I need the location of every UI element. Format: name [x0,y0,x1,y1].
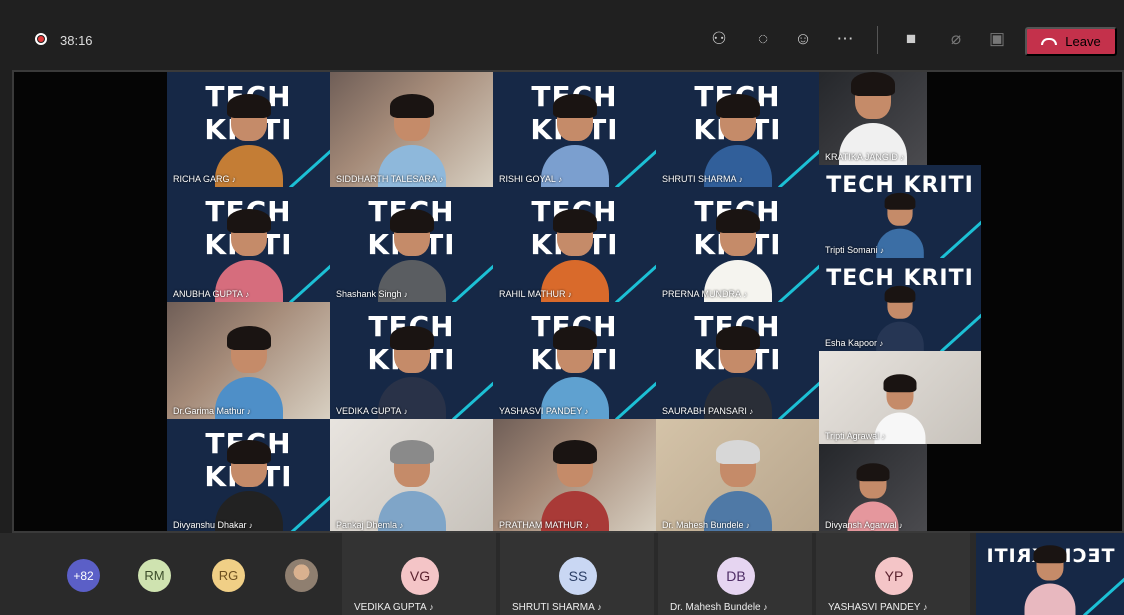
meeting-controls-bar: 38:16 ⚇ ◌ ☺ ⋯ ■ ⌀ ▣ Leave [0,0,1124,70]
participant-name: SAURABH PANSARI [662,406,753,416]
participant-name: Pankaj Dhemla [336,520,403,530]
participant-name: Dr. Mahesh Bundele [662,520,750,530]
participant-name: Dr.Garima Mathur [173,406,251,416]
chat-icon[interactable]: ◌ [750,26,776,52]
phone-hangup-icon [1041,38,1058,45]
participant-video [377,437,446,531]
self-video [1024,543,1076,615]
participant-tile[interactable]: Divyansh Agarwal [819,444,927,531]
reactions-icon[interactable]: ☺ [790,26,816,52]
participant-initials: SS [559,557,597,595]
participant-video [540,206,609,302]
participant-name: SHRUTI SHARMA [512,602,602,613]
participant-video [703,437,772,531]
participant-name: RISHI GOYAL [499,174,562,184]
mic-off-icon[interactable]: ⌀ [943,26,969,52]
meeting-timer: 38:16 [60,33,93,48]
participant-initials: DB [717,557,755,595]
participant-photo-avatar[interactable] [285,559,318,592]
participant-tile[interactable]: Dr.Garima Mathur [167,302,330,419]
participant-name: Dr. Mahesh Bundele [670,602,768,613]
participant-card[interactable]: DB Dr. Mahesh Bundele [658,533,812,615]
participant-tile[interactable]: TECH KRITI Tripti Somani [819,165,981,258]
participant-tile[interactable]: PRATHAM MATHUR [493,419,656,531]
participant-tile[interactable]: TECH KRITI SHRUTI SHARMA [656,72,819,187]
participant-tile[interactable]: TECH KRITI PRERNA MUNDRA [656,187,819,302]
participant-video [540,323,609,419]
participant-card[interactable]: VG VEDIKA GUPTA [342,533,496,615]
participant-video [876,284,924,351]
participant-tile[interactable]: TECH KRITI VEDIKA GUPTA [330,302,493,419]
participant-name: ANUBHA GUPTA [173,289,249,299]
participant-name: RAHIL MATHUR [499,289,572,299]
participant-name: RICHA GARG [173,174,236,184]
participant-video [214,323,283,419]
participant-name: YASHASVI PANDEY [828,602,927,613]
more-options-icon[interactable]: ⋯ [832,26,858,52]
video-grid: TECH KRITI RICHA GARG SIDDHARTH TALESARA… [12,70,1124,533]
participant-avatar[interactable]: RG [212,559,245,592]
participant-video [377,206,446,302]
participant-name: PRATHAM MATHUR [499,520,589,530]
participant-card[interactable]: YP YASHASVI PANDEY [816,533,970,615]
participant-name: VEDIKA GUPTA [354,602,434,613]
participant-initials: VG [401,557,439,595]
participant-avatar[interactable]: RM [138,559,171,592]
leave-button[interactable]: Leave [1025,27,1117,56]
participant-video [214,91,283,187]
participant-tile[interactable]: TECH KRITI RICHA GARG [167,72,330,187]
participants-icon[interactable]: ⚇ [706,26,732,52]
participant-initials: YP [875,557,913,595]
more-participants-badge[interactable]: +82 [67,559,100,592]
participant-tile[interactable]: TECH KRITI Esha Kapoor [819,258,981,351]
participant-tile[interactable]: TECH KRITI SAURABH PANSARI [656,302,819,419]
recording-icon [35,33,47,45]
share-screen-icon[interactable]: ▣ [984,26,1010,52]
participant-card[interactable]: SS SHRUTI SHARMA [500,533,654,615]
self-preview[interactable]: TECH KRITI [976,533,1124,615]
participant-tile[interactable]: Pankaj Dhemla [330,419,493,531]
participant-name: Tripti Agrawal [825,431,885,441]
participant-video [703,91,772,187]
participant-name: Divyanshu Dhakar [173,520,253,530]
participant-tile[interactable]: Dr. Mahesh Bundele [656,419,819,531]
participant-tile[interactable]: SIDDHARTH TALESARA [330,72,493,187]
participant-name: KRATIKA JANGID [825,152,904,162]
participant-video [377,91,446,187]
participant-video [540,91,609,187]
brand-stripe [940,205,981,258]
participant-name: Tripti Somani [825,245,884,255]
participant-video [703,206,772,302]
participant-name: Esha Kapoor [825,338,883,348]
participant-tile[interactable]: KRATIKA JANGID [819,72,927,165]
participant-name: Divyansh Agarwal [825,520,903,530]
participant-tile[interactable]: TECH KRITI Shashank Singh [330,187,493,302]
participant-video [214,437,283,531]
participant-tile[interactable]: TECH KRITI RAHIL MATHUR [493,187,656,302]
participant-tile[interactable]: TECH KRITI YASHASVI PANDEY [493,302,656,419]
participant-video [214,206,283,302]
participant-name: SHRUTI SHARMA [662,174,743,184]
leave-label: Leave [1065,34,1101,49]
participant-tile[interactable]: TECH KRITI Divyanshu Dhakar [167,419,330,531]
participant-strip: +82 RM RG VG VEDIKA GUPTA SS SHRUTI SHAR… [0,533,1124,615]
participant-video [540,437,609,531]
camera-icon[interactable]: ■ [898,26,924,52]
participant-name: VEDIKA GUPTA [336,406,408,416]
participant-name: PRERNA MUNDRA [662,289,747,299]
participant-name: Shashank Singh [336,289,408,299]
participant-name: SIDDHARTH TALESARA [336,174,443,184]
toolbar-divider [877,26,878,54]
participant-video [377,323,446,419]
brand-stripe [1083,562,1124,615]
participant-name: YASHASVI PANDEY [499,406,588,416]
participant-tile[interactable]: Tripti Agrawal [819,351,981,444]
participant-video [703,323,772,419]
brand-stripe [940,298,981,351]
participant-tile[interactable]: TECH KRITI ANUBHA GUPTA [167,187,330,302]
participant-tile[interactable]: TECH KRITI RISHI GOYAL [493,72,656,187]
